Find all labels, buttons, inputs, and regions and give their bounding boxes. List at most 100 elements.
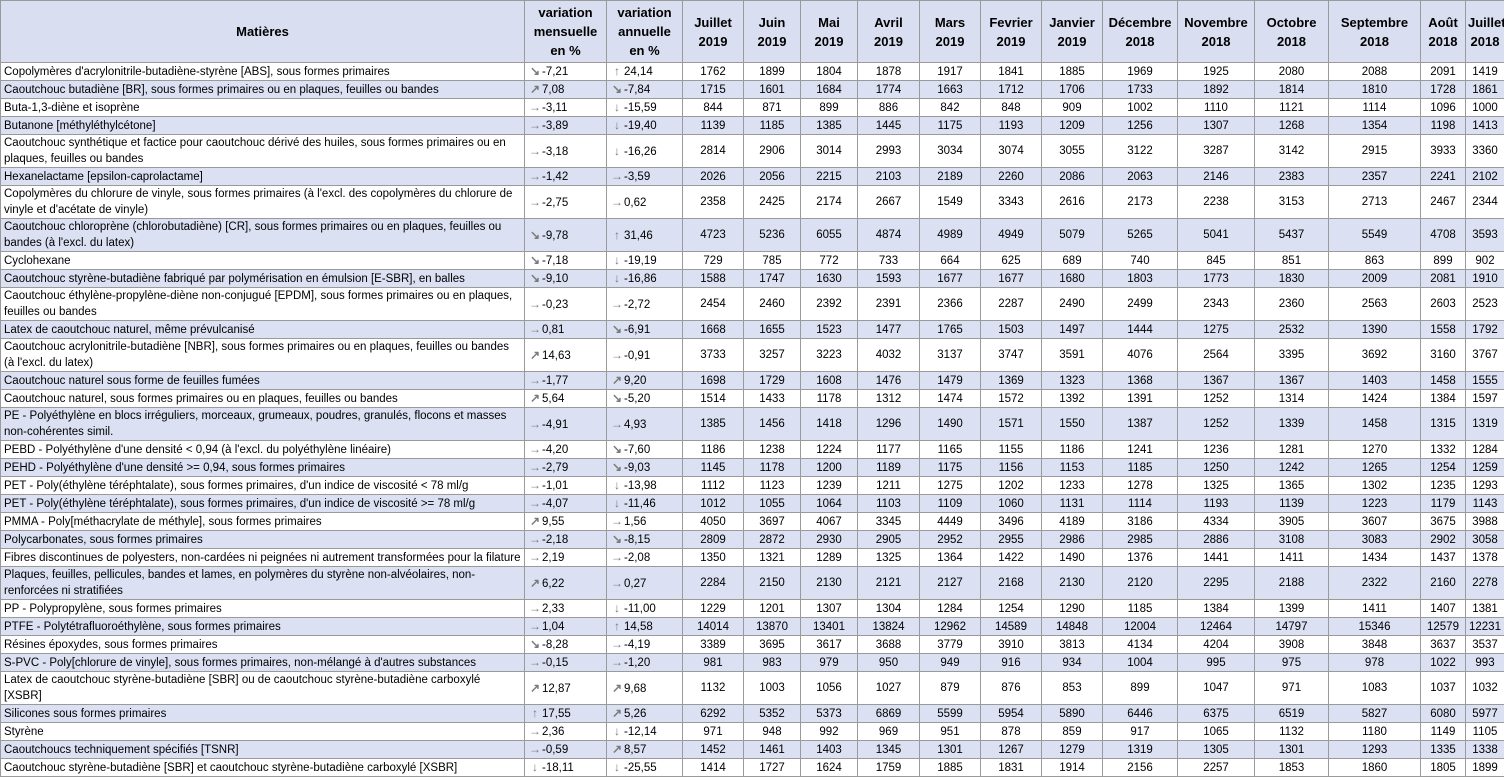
monthly-value-cell[interactable]: 978	[1329, 654, 1421, 672]
variation-annuelle-cell[interactable]: ↓-12,14	[607, 723, 683, 741]
variation-mensuelle-cell[interactable]: →2,36	[525, 723, 607, 741]
monthly-value-cell[interactable]: 2260	[981, 168, 1042, 186]
variation-annuelle-cell[interactable]: →-1,20	[607, 654, 683, 672]
monthly-value-cell[interactable]: 2130	[801, 567, 858, 600]
monthly-value-cell[interactable]: 1305	[1178, 741, 1255, 759]
monthly-value-cell[interactable]: 2127	[920, 567, 981, 600]
monthly-value-cell[interactable]: 1593	[858, 270, 920, 288]
monthly-value-cell[interactable]: 3591	[1042, 339, 1103, 372]
material-name-cell[interactable]: PP - Polypropylène, sous formes primaire…	[1, 600, 525, 618]
monthly-value-cell[interactable]: 1149	[1421, 723, 1466, 741]
variation-annuelle-cell[interactable]: ↓-11,46	[607, 495, 683, 513]
monthly-value-cell[interactable]: 1969	[1103, 63, 1178, 81]
monthly-value-cell[interactable]: 1315	[1421, 408, 1466, 441]
monthly-value-cell[interactable]: 1060	[981, 495, 1042, 513]
monthly-value-cell[interactable]: 1762	[683, 63, 744, 81]
monthly-value-cell[interactable]: 664	[920, 252, 981, 270]
monthly-value-cell[interactable]: 871	[744, 99, 801, 117]
monthly-value-cell[interactable]: 12579	[1421, 618, 1466, 636]
monthly-value-cell[interactable]: 1307	[801, 600, 858, 618]
monthly-value-cell[interactable]: 1200	[801, 459, 858, 477]
monthly-value-cell[interactable]: 2499	[1103, 288, 1178, 321]
monthly-value-cell[interactable]: 1555	[1466, 372, 1504, 390]
monthly-value-cell[interactable]: 5954	[981, 705, 1042, 723]
monthly-value-cell[interactable]: 3695	[744, 636, 801, 654]
material-name-cell[interactable]: Polycarbonates, sous formes primaires	[1, 531, 525, 549]
monthly-value-cell[interactable]: 5352	[744, 705, 801, 723]
monthly-value-cell[interactable]: 1458	[1329, 408, 1421, 441]
monthly-value-cell[interactable]: 3122	[1103, 135, 1178, 168]
monthly-value-cell[interactable]: 2130	[1042, 567, 1103, 600]
monthly-value-cell[interactable]: 1275	[1178, 321, 1255, 339]
monthly-value-cell[interactable]: 4050	[683, 513, 744, 531]
monthly-value-cell[interactable]: 12004	[1103, 618, 1178, 636]
monthly-value-cell[interactable]: 1186	[683, 441, 744, 459]
monthly-value-cell[interactable]: 1132	[683, 672, 744, 705]
monthly-value-cell[interactable]: 6292	[683, 705, 744, 723]
monthly-value-cell[interactable]: 1110	[1178, 99, 1255, 117]
monthly-value-cell[interactable]: 1422	[981, 549, 1042, 567]
monthly-value-cell[interactable]: 1414	[683, 759, 744, 777]
monthly-value-cell[interactable]: 909	[1042, 99, 1103, 117]
monthly-value-cell[interactable]: 1384	[1178, 600, 1255, 618]
monthly-value-cell[interactable]: 2986	[1042, 531, 1103, 549]
monthly-value-cell[interactable]: 2603	[1421, 288, 1466, 321]
monthly-value-cell[interactable]: 1381	[1466, 600, 1504, 618]
variation-mensuelle-cell[interactable]: →-0,23	[525, 288, 607, 321]
monthly-value-cell[interactable]: 1376	[1103, 549, 1178, 567]
material-name-cell[interactable]: Caoutchoucs techniquement spécifiés [TSN…	[1, 741, 525, 759]
monthly-value-cell[interactable]: 1105	[1466, 723, 1504, 741]
monthly-value-cell[interactable]: 1178	[744, 459, 801, 477]
monthly-value-cell[interactable]: 853	[1042, 672, 1103, 705]
monthly-value-cell[interactable]: 1083	[1329, 672, 1421, 705]
variation-annuelle-cell[interactable]: ↘-6,91	[607, 321, 683, 339]
monthly-value-cell[interactable]: 1259	[1466, 459, 1504, 477]
monthly-value-cell[interactable]: 3537	[1466, 636, 1504, 654]
monthly-value-cell[interactable]: 2467	[1421, 186, 1466, 219]
header-month[interactable]: Avril2019	[858, 1, 920, 63]
monthly-value-cell[interactable]: 844	[683, 99, 744, 117]
monthly-value-cell[interactable]: 1121	[1255, 99, 1329, 117]
monthly-value-cell[interactable]: 2454	[683, 288, 744, 321]
monthly-value-cell[interactable]: 2952	[920, 531, 981, 549]
monthly-value-cell[interactable]: 2357	[1329, 168, 1421, 186]
material-name-cell[interactable]: Copolymères d'acrylonitrile-butadiène-st…	[1, 63, 525, 81]
material-name-cell[interactable]: Copolymères du chlorure de vinyle, sous …	[1, 186, 525, 219]
monthly-value-cell[interactable]: 1293	[1466, 477, 1504, 495]
monthly-value-cell[interactable]: 6519	[1255, 705, 1329, 723]
monthly-value-cell[interactable]: 3988	[1466, 513, 1504, 531]
monthly-value-cell[interactable]: 951	[920, 723, 981, 741]
monthly-value-cell[interactable]: 949	[920, 654, 981, 672]
monthly-value-cell[interactable]: 1378	[1466, 549, 1504, 567]
variation-annuelle-cell[interactable]: ↓-16,86	[607, 270, 683, 288]
material-name-cell[interactable]: Caoutchouc naturel sous forme de feuille…	[1, 372, 525, 390]
monthly-value-cell[interactable]: 13870	[744, 618, 801, 636]
monthly-value-cell[interactable]: 1391	[1103, 390, 1178, 408]
monthly-value-cell[interactable]: 2174	[801, 186, 858, 219]
material-name-cell[interactable]: Caoutchouc acrylonitrile-butadiène [NBR]…	[1, 339, 525, 372]
monthly-value-cell[interactable]: 13824	[858, 618, 920, 636]
monthly-value-cell[interactable]: 971	[683, 723, 744, 741]
monthly-value-cell[interactable]: 3343	[981, 186, 1042, 219]
monthly-value-cell[interactable]: 1367	[1255, 372, 1329, 390]
monthly-value-cell[interactable]: 1434	[1329, 549, 1421, 567]
variation-mensuelle-cell[interactable]: →-1,42	[525, 168, 607, 186]
monthly-value-cell[interactable]: 3360	[1466, 135, 1504, 168]
header-month[interactable]: Juillet2019	[683, 1, 744, 63]
monthly-value-cell[interactable]: 14848	[1042, 618, 1103, 636]
variation-annuelle-cell[interactable]: ↗9,68	[607, 672, 683, 705]
monthly-value-cell[interactable]: 1139	[683, 117, 744, 135]
variation-annuelle-cell[interactable]: ↘-8,15	[607, 531, 683, 549]
monthly-value-cell[interactable]: 3257	[744, 339, 801, 372]
monthly-value-cell[interactable]: 1254	[1421, 459, 1466, 477]
monthly-value-cell[interactable]: 2238	[1178, 186, 1255, 219]
monthly-value-cell[interactable]: 1458	[1421, 372, 1466, 390]
monthly-value-cell[interactable]: 1456	[744, 408, 801, 441]
monthly-value-cell[interactable]: 3345	[858, 513, 920, 531]
monthly-value-cell[interactable]: 1304	[858, 600, 920, 618]
variation-mensuelle-cell[interactable]: →2,19	[525, 549, 607, 567]
monthly-value-cell[interactable]: 1861	[1466, 81, 1504, 99]
variation-mensuelle-cell[interactable]: →-2,79	[525, 459, 607, 477]
monthly-value-cell[interactable]: 1474	[920, 390, 981, 408]
monthly-value-cell[interactable]: 3767	[1466, 339, 1504, 372]
